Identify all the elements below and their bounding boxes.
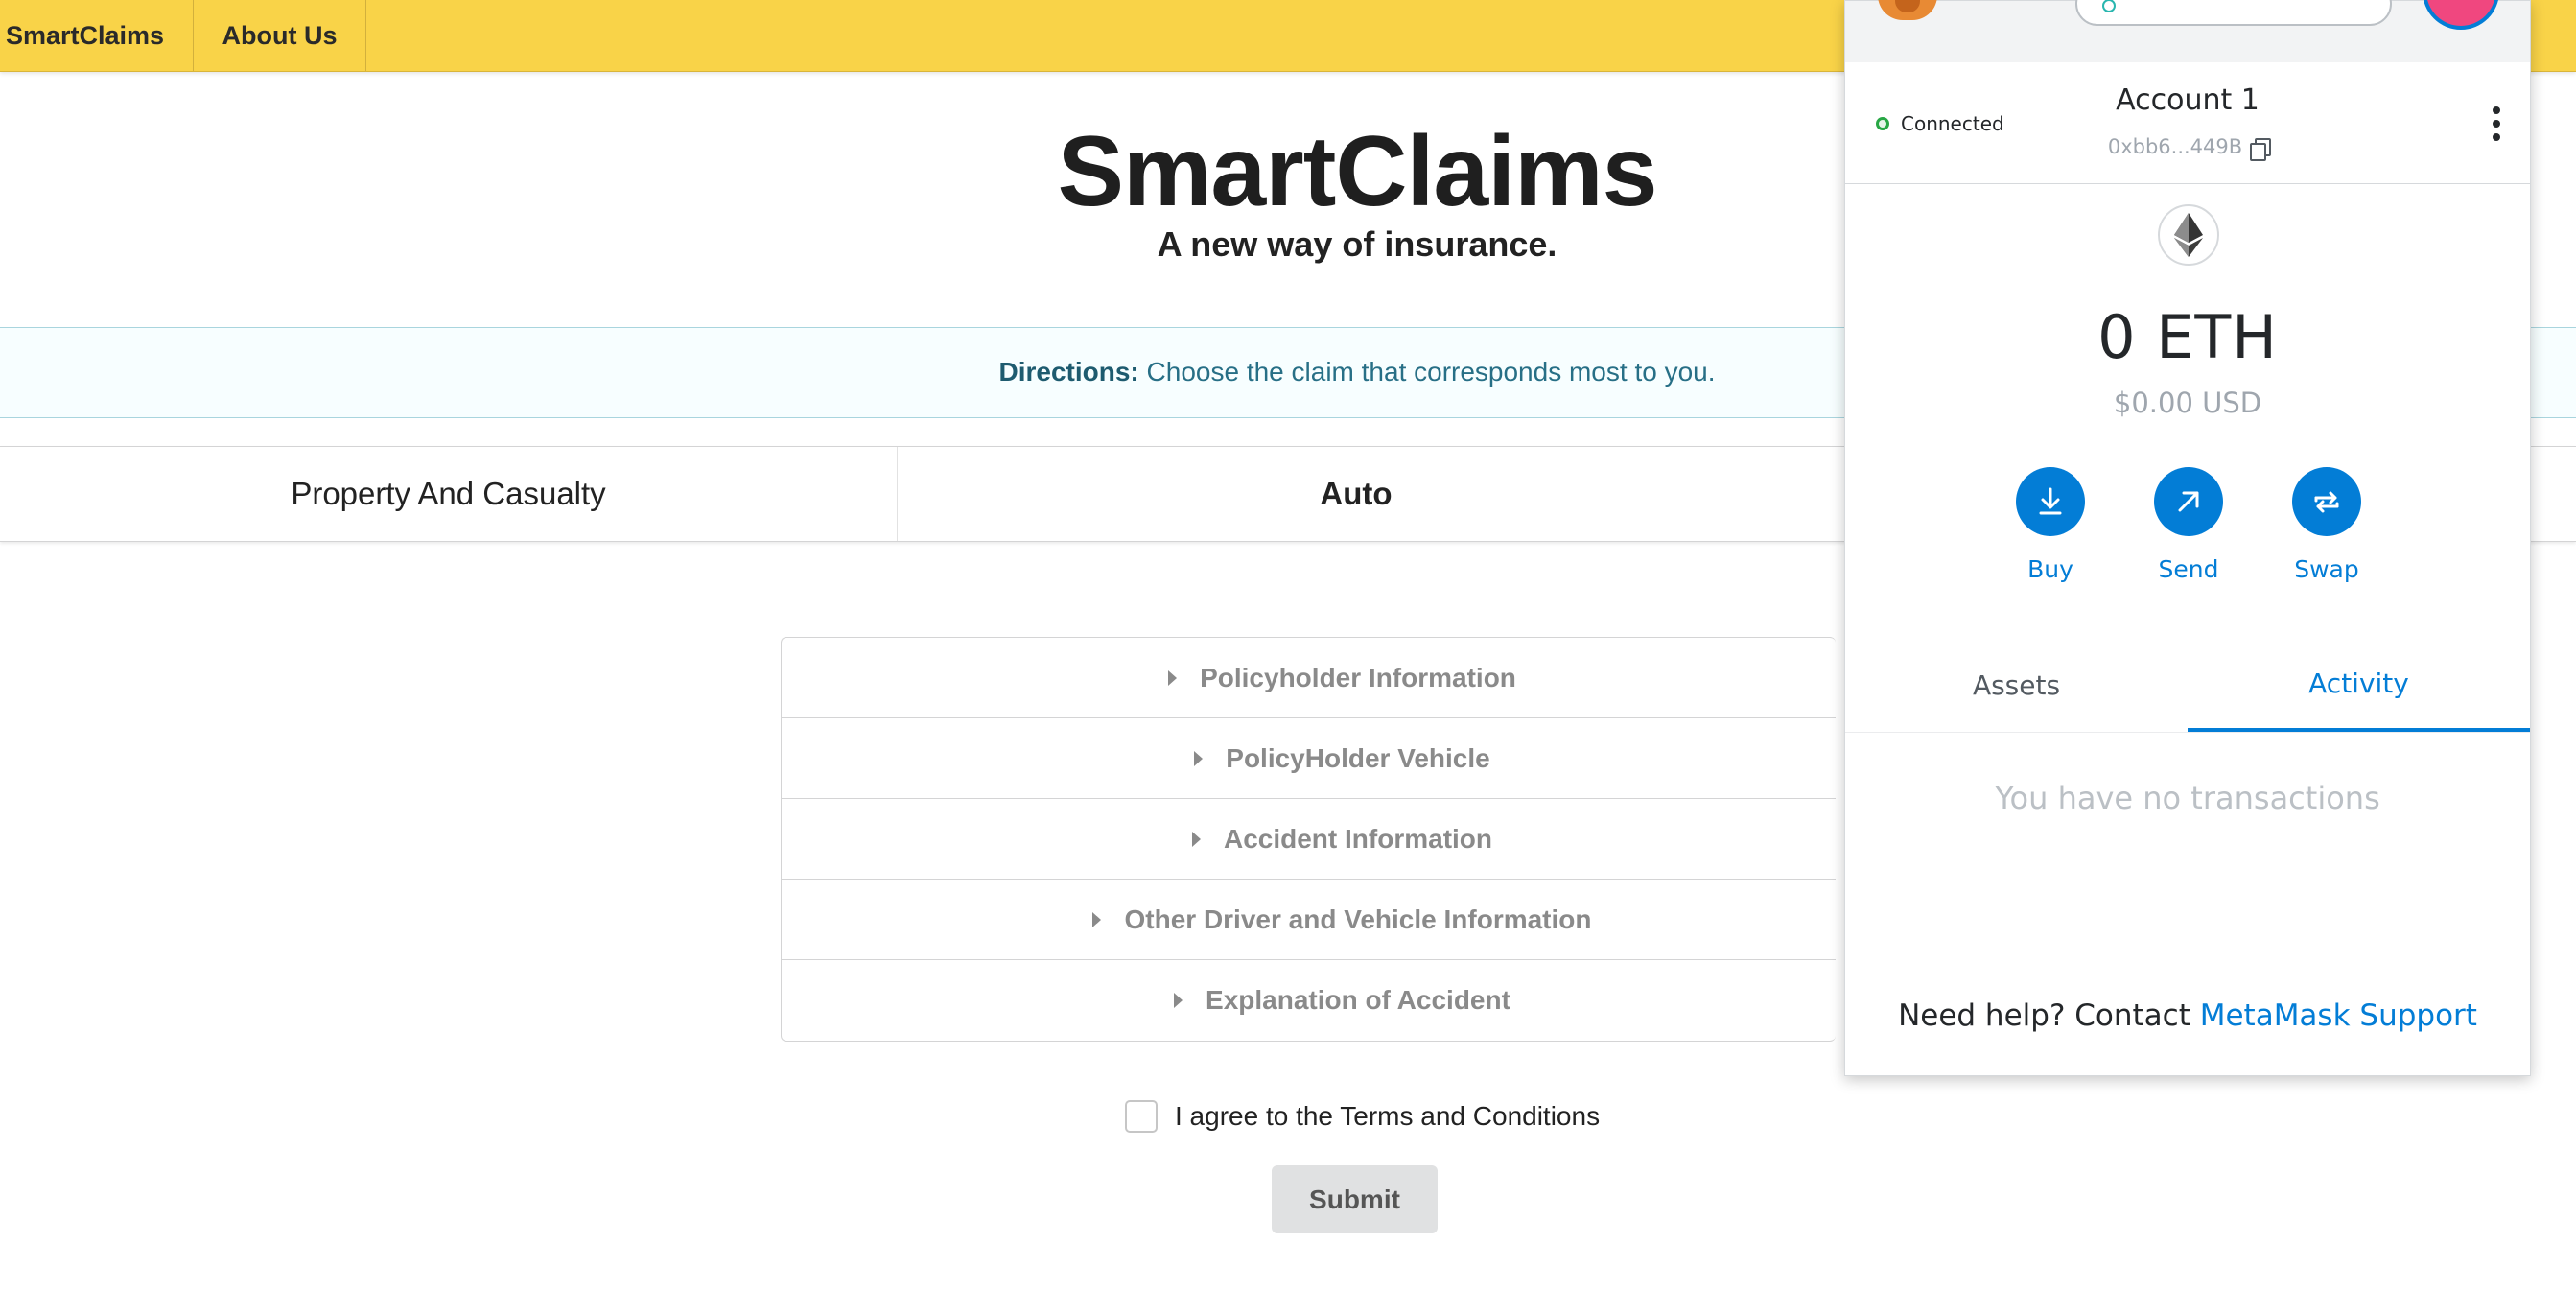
directions-label: Directions:: [998, 357, 1139, 387]
caret-right-icon: [1191, 831, 1201, 847]
accordion-title: Other Driver and Vehicle Information: [1124, 903, 1592, 934]
accordion-accident-information[interactable]: Accident Information: [782, 799, 1836, 880]
metamask-support-link[interactable]: MetaMask Support: [2200, 998, 2477, 1033]
accordion-title: Policyholder Information: [1200, 662, 1516, 692]
submit-button[interactable]: Submit: [1272, 1165, 1438, 1233]
network-selector[interactable]: [2075, 0, 2392, 26]
accordion-title: PolicyHolder Vehicle: [1226, 742, 1490, 773]
accordion-policyholder-vehicle[interactable]: PolicyHolder Vehicle: [782, 718, 1836, 799]
send-button[interactable]: Send: [2136, 467, 2241, 583]
address-text: 0xbb6...449B: [2107, 135, 2243, 158]
swap-button[interactable]: Swap: [2274, 467, 2379, 583]
terms-label[interactable]: I agree to the Terms and Conditions: [1175, 1101, 1600, 1132]
metamask-app-header: [1845, 0, 2530, 62]
nav-about-link[interactable]: About Us: [194, 0, 366, 71]
terms-checkbox[interactable]: [1125, 1100, 1158, 1133]
tab-property-and-casualty[interactable]: Property And Casualty: [0, 447, 898, 541]
accordion-explanation-of-accident[interactable]: Explanation of Accident: [782, 960, 1836, 1041]
copy-icon[interactable]: [2250, 138, 2272, 161]
metamask-fox-logo-icon[interactable]: [1878, 0, 1937, 20]
arrow-up-right-icon: [2154, 467, 2223, 536]
terms-agreement: I agree to the Terms and Conditions: [1125, 1099, 1600, 1134]
network-status-icon: [2102, 0, 2116, 12]
caret-right-icon: [1194, 750, 1204, 766]
connected-dot-icon: [1876, 117, 1889, 130]
wallet-tabs: Assets Activity: [1845, 639, 2530, 733]
caret-right-icon: [1168, 669, 1178, 686]
buy-button[interactable]: Buy: [1998, 467, 2103, 583]
metamask-popup: Connected Account 1 0xbb6...449B 0 ETH $…: [1844, 0, 2531, 1076]
buy-label: Buy: [2027, 555, 2073, 583]
accordion-other-driver-vehicle[interactable]: Other Driver and Vehicle Information: [782, 880, 1836, 960]
wallet-actions: Buy Send Swap: [1845, 467, 2530, 583]
swap-label: Swap: [2294, 555, 2359, 583]
directions-body: Choose the claim that corresponds most t…: [1146, 357, 1716, 387]
no-transactions-message: You have no transactions: [1995, 780, 2380, 816]
claim-form-accordion: Policyholder Information PolicyHolder Ve…: [781, 637, 1836, 1042]
eth-balance: 0 ETH: [2097, 302, 2278, 372]
account-avatar[interactable]: [2423, 0, 2499, 30]
tab-activity[interactable]: Activity: [2188, 639, 2530, 732]
account-options-menu-icon[interactable]: [2492, 106, 2501, 141]
account-name[interactable]: Account 1: [1845, 83, 2530, 117]
fiat-balance: $0.00 USD: [2113, 387, 2262, 419]
download-icon: [2016, 467, 2085, 536]
help-text: Need help? Contact MetaMask Support: [1845, 998, 2530, 1033]
ethereum-icon: [2158, 204, 2219, 266]
accordion-title: Accident Information: [1223, 823, 1492, 854]
nav-brand-link[interactable]: SmartClaims: [0, 0, 194, 71]
send-label: Send: [2158, 555, 2219, 583]
caret-right-icon: [1174, 993, 1183, 1008]
help-prefix: Need help? Contact: [1898, 998, 2200, 1033]
account-address[interactable]: 0xbb6...449B: [1845, 135, 2530, 161]
account-header: Connected Account 1 0xbb6...449B: [1845, 62, 2530, 184]
swap-arrows-icon: [2292, 467, 2361, 536]
accordion-policyholder-information[interactable]: Policyholder Information: [782, 638, 1836, 718]
tab-assets[interactable]: Assets: [1845, 639, 2188, 732]
tab-auto[interactable]: Auto: [898, 447, 1815, 541]
caret-right-icon: [1092, 911, 1102, 927]
accordion-title: Explanation of Accident: [1206, 985, 1510, 1015]
